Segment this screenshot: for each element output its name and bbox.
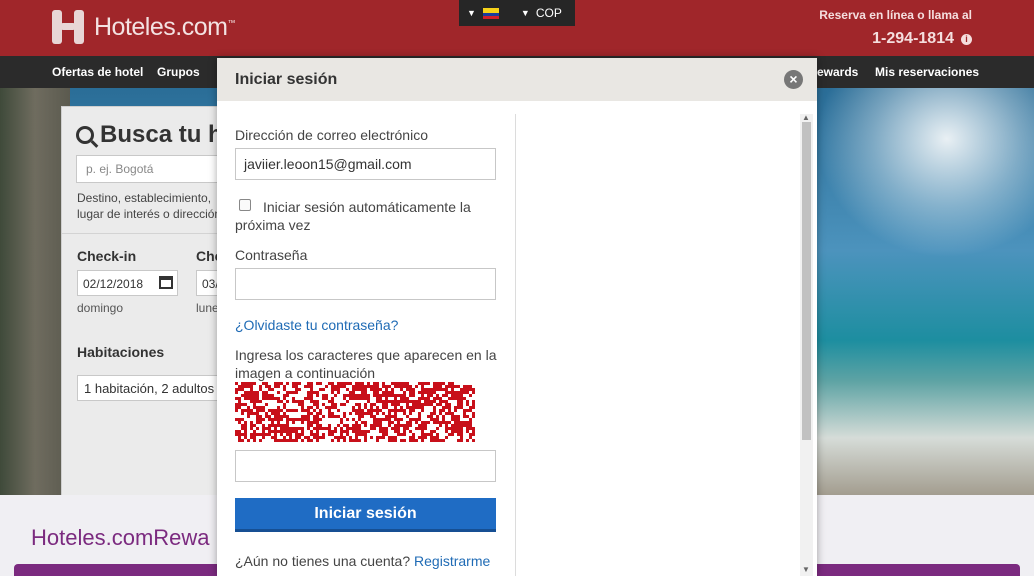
locale-selector[interactable]: ▼ ▼ COP: [459, 0, 575, 26]
checkout-day: lune: [196, 301, 219, 315]
search-icon: [76, 126, 94, 144]
password-field[interactable]: [235, 268, 496, 300]
checkin-date-value: 02/12/2018: [83, 277, 144, 291]
scroll-thumb[interactable]: [802, 122, 811, 440]
captcha-image: [235, 382, 475, 442]
brand-name: Hoteles.com: [94, 12, 228, 41]
close-icon[interactable]: ×: [784, 70, 803, 89]
register-prompt: ¿Aún no tienes una cuenta? Registrarme: [235, 553, 491, 569]
currency-label: COP: [535, 6, 562, 20]
modal-header: Iniciar sesión ×: [217, 58, 817, 101]
nav-item-rewards[interactable]: ewards: [817, 65, 858, 79]
hotel-logo-icon: [52, 10, 86, 44]
modal-divider: [515, 114, 516, 576]
login-modal: Iniciar sesión × Dirección de correo ele…: [217, 58, 817, 576]
captcha-label: Ingresa los caracteres que aparecen en l…: [235, 347, 497, 381]
phone-label: Reserva en línea o llama al: [819, 8, 972, 22]
destination-input[interactable]: p. ej. Bogotá: [76, 155, 236, 183]
flag-icon: [482, 7, 499, 19]
hoteles-logo[interactable]: Hoteles.com™: [52, 10, 235, 44]
scroll-up-arrow-icon[interactable]: ▲: [802, 113, 810, 122]
hero-clouds: [816, 88, 1034, 258]
currency-selector[interactable]: ▼ COP: [521, 6, 562, 20]
modal-scrollbar[interactable]: ▲ ▼: [800, 113, 813, 576]
chevron-down-icon: ▼: [520, 8, 530, 18]
checkin-label: Check-in: [77, 248, 137, 264]
nav-item-deals[interactable]: Ofertas de hotel: [52, 65, 143, 79]
scroll-down-arrow-icon[interactable]: ▼: [802, 565, 810, 574]
calendar-icon[interactable]: [159, 276, 173, 289]
chevron-down-icon: ▼: [467, 8, 476, 18]
login-button[interactable]: Iniciar sesión: [235, 498, 496, 532]
register-link[interactable]: Registrarme: [414, 553, 490, 569]
site-header: Hoteles.com™ ▼ ▼ COP Reserva en línea o …: [0, 0, 1034, 56]
phone-number[interactable]: 1-294-1814: [872, 30, 954, 48]
remember-me-label: Iniciar sesión automáticamente la próxim…: [235, 199, 471, 233]
password-label: Contraseña: [235, 247, 308, 263]
checkin-day: domingo: [77, 301, 124, 315]
nav-item-my-reservations[interactable]: Mis reservaciones: [875, 65, 979, 79]
search-panel: Busca tu h p. ej. Bogotá Destino, establ…: [61, 106, 297, 496]
info-icon[interactable]: i: [961, 34, 972, 45]
divider: [62, 233, 232, 234]
email-label: Dirección de correo electrónico: [235, 127, 428, 143]
search-title: Busca tu h: [100, 121, 223, 148]
forgot-password-link[interactable]: ¿Olvidaste tu contraseña?: [235, 317, 398, 333]
rooms-label: Habitaciones: [77, 344, 165, 360]
hero-rock: [0, 88, 70, 495]
captcha-field[interactable]: [235, 450, 496, 482]
remember-me-checkbox[interactable]: [239, 199, 251, 211]
rooms-select[interactable]: 1 habitación, 2 adultos: [77, 375, 237, 401]
destination-hint: Destino, establecimiento, lugar de inter…: [77, 191, 222, 221]
modal-title: Iniciar sesión: [235, 71, 338, 88]
email-field[interactable]: javiier.leoon15@gmail.com: [235, 148, 496, 180]
nav-item-groups[interactable]: Grupos: [157, 65, 200, 79]
rewards-logo: Hoteles.comRewa: [31, 525, 210, 550]
checkin-date-input[interactable]: 02/12/2018: [77, 270, 178, 296]
